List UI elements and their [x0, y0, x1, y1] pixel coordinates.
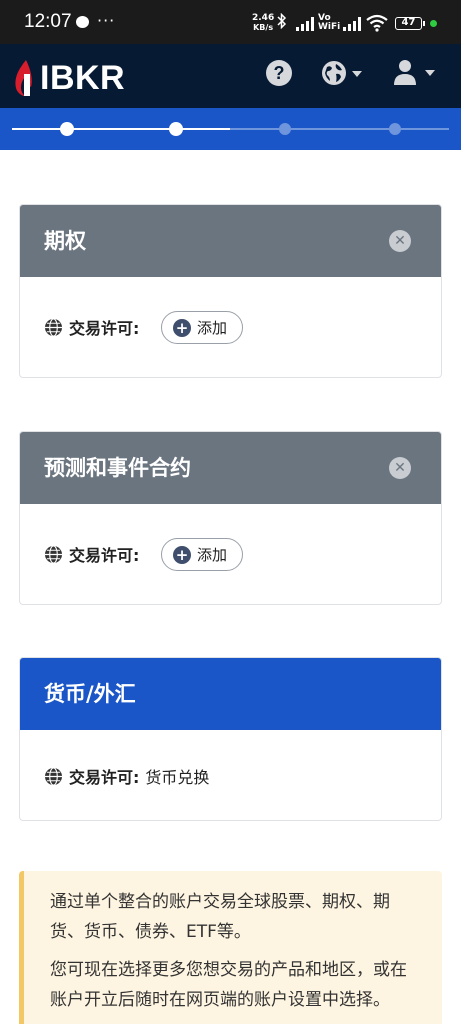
- card-body: 交易许可: 货币兑换: [20, 730, 441, 820]
- network-speed-value: 2.46: [252, 13, 275, 23]
- info-callout: 通过单个整合的账户交易全球股票、期权、期货、货币、债券、ETF等。 您可现在选择…: [19, 871, 442, 1024]
- permission-label: 交易许可:: [69, 546, 140, 565]
- step-1-dot: [60, 122, 74, 136]
- ibkr-flame-icon: [15, 60, 32, 96]
- card-header: 货币/外汇: [20, 658, 441, 730]
- bluetooth-icon: [277, 12, 287, 33]
- wifi-icon: [365, 14, 389, 36]
- globe-icon: [44, 766, 63, 786]
- step-3-dot: [279, 123, 291, 135]
- chevron-down-icon: [425, 70, 435, 76]
- add-permission-button[interactable]: + 添加: [161, 538, 243, 571]
- card-title: 预测和事件合约: [44, 456, 191, 480]
- permission-value: 货币兑换: [145, 768, 210, 787]
- network-speed-unit: KB/s: [253, 23, 274, 32]
- chevron-down-icon: [352, 71, 362, 77]
- signal-bars-icon: [296, 16, 314, 35]
- more-notifications-indicator: ···: [97, 11, 116, 30]
- user-icon: [394, 60, 416, 85]
- info-paragraph-2: 您可现在选择更多您想交易的产品和地区，或在账户开立后随时在网页端的账户设置中选择…: [50, 960, 407, 1010]
- user-menu[interactable]: [393, 59, 437, 87]
- currency-card: 货币/外汇 交易许可: 货币兑换: [19, 657, 442, 821]
- help-icon[interactable]: ?: [266, 60, 292, 86]
- card-header: 预测和事件合约 ✕: [20, 432, 441, 504]
- trading-permission-row: 交易许可:: [44, 315, 139, 339]
- vowifi-bottom: WiFi: [318, 22, 341, 32]
- add-button-label: 添加: [197, 319, 228, 337]
- globe-icon: [44, 544, 63, 564]
- progress-stepper: [0, 108, 461, 150]
- card-body: 交易许可: + 添加: [20, 504, 441, 604]
- info-paragraph-1: 通过单个整合的账户交易全球股票、期权、期货、货币、债券、ETF等。: [50, 892, 390, 942]
- add-permission-button[interactable]: + 添加: [161, 311, 243, 344]
- status-bar: 12:07 ··· 2.46 KB/s Vo WiFi 47: [0, 0, 461, 44]
- network-speed: 2.46 KB/s: [252, 14, 274, 33]
- signal-bars-2-icon: [343, 16, 361, 35]
- permission-label: 交易许可:: [69, 768, 140, 787]
- trading-permission-row: 交易许可: 货币兑换: [44, 764, 209, 788]
- card-body: 交易许可: + 添加: [20, 277, 441, 377]
- vowifi-indicator: Vo WiFi: [318, 14, 340, 32]
- status-time: 12:07: [24, 11, 72, 32]
- options-card: 期权 ✕ 交易许可: + 添加: [19, 204, 442, 378]
- add-button-label: 添加: [197, 546, 228, 564]
- app-header: IBKR ?: [0, 44, 461, 108]
- plus-circle-icon: +: [173, 318, 191, 337]
- permission-label: 交易许可:: [69, 319, 140, 338]
- remove-card-button[interactable]: ✕: [389, 230, 411, 252]
- card-title: 货币/外汇: [44, 682, 136, 706]
- battery-level: 47: [395, 17, 425, 30]
- event-contracts-card: 预测和事件合约 ✕ 交易许可: + 添加: [19, 431, 442, 605]
- globe-icon: [322, 61, 346, 85]
- ibkr-logo[interactable]: IBKR: [12, 58, 125, 98]
- trading-permission-row: 交易许可:: [44, 542, 139, 566]
- privacy-indicator-dot: [430, 20, 437, 27]
- language-menu[interactable]: [321, 60, 365, 88]
- globe-icon: [44, 317, 63, 337]
- card-title: 期权: [44, 229, 86, 253]
- plus-circle-icon: +: [173, 545, 191, 564]
- remove-card-button[interactable]: ✕: [389, 457, 411, 479]
- step-4-dot: [389, 123, 401, 135]
- card-header: 期权 ✕: [20, 205, 441, 277]
- logo-text: IBKR: [40, 58, 126, 97]
- progress-filled: [12, 128, 230, 130]
- step-2-dot: [169, 122, 183, 136]
- chat-notification-icon: [76, 16, 89, 28]
